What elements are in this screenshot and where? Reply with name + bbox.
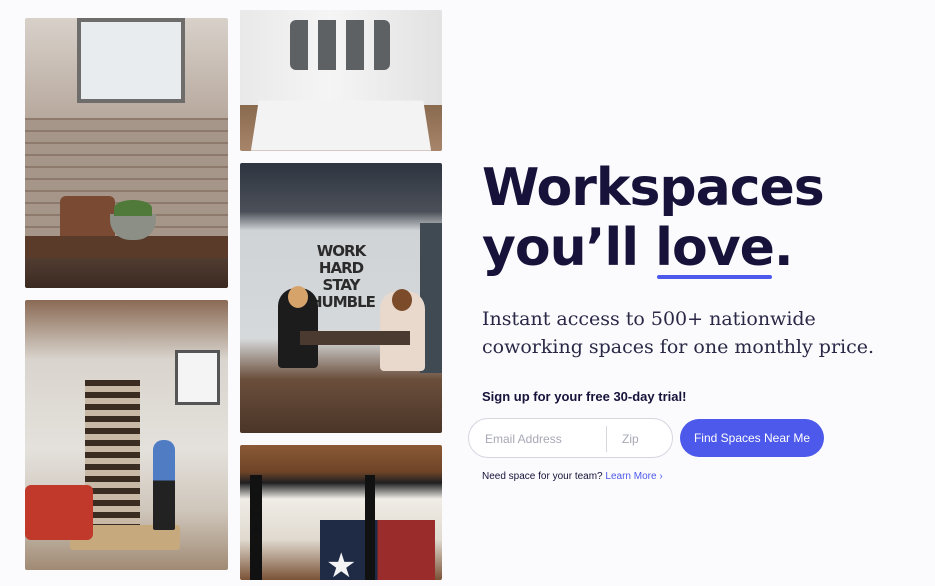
door-frame bbox=[250, 475, 262, 580]
team-note-text: Need space for your team? bbox=[482, 471, 603, 482]
hero-subheadline: Instant access to 500+ nationwide cowork… bbox=[482, 308, 875, 358]
person-left bbox=[278, 286, 318, 368]
signup-form: Find Spaces Near Me bbox=[468, 418, 828, 458]
zip-field[interactable] bbox=[622, 430, 664, 448]
headline-line-2: you’ll love. bbox=[482, 218, 912, 279]
learn-more-link[interactable]: Learn More › bbox=[605, 471, 662, 482]
person-walking bbox=[153, 440, 175, 530]
headline-suffix: . bbox=[773, 218, 794, 278]
table bbox=[300, 331, 410, 345]
window bbox=[77, 18, 185, 103]
door-frame bbox=[365, 475, 375, 580]
red-couch bbox=[25, 485, 93, 540]
find-spaces-button[interactable]: Find Spaces Near Me bbox=[680, 419, 824, 457]
field-divider bbox=[606, 426, 607, 452]
conference-room-photo bbox=[240, 10, 442, 151]
field-group bbox=[468, 418, 673, 458]
hero-headline: Workspaces you’ll love. bbox=[482, 158, 912, 279]
work-hard-stay-humble-photo: WORK HARD STAY HUMBLE bbox=[240, 163, 442, 433]
brick-wall-office-photo bbox=[25, 18, 228, 288]
headline-emphasis: love bbox=[655, 218, 775, 279]
window bbox=[175, 350, 220, 405]
texas-flag-lobby-photo: ★ bbox=[240, 445, 442, 580]
trial-cta-text: Sign up for your free 30-day trial! bbox=[482, 389, 687, 404]
loft-lounge-photo bbox=[25, 300, 228, 570]
email-field[interactable] bbox=[485, 430, 600, 448]
chairs bbox=[290, 20, 390, 70]
conference-table bbox=[250, 100, 432, 151]
wall-sign-art: WORK HARD STAY HUMBLE bbox=[310, 242, 376, 311]
headline-prefix: you’ll bbox=[482, 218, 656, 278]
headline-line-1: Workspaces bbox=[482, 158, 825, 218]
star-icon: ★ bbox=[326, 547, 357, 580]
team-note: Need space for your team? Learn More › bbox=[482, 471, 663, 482]
